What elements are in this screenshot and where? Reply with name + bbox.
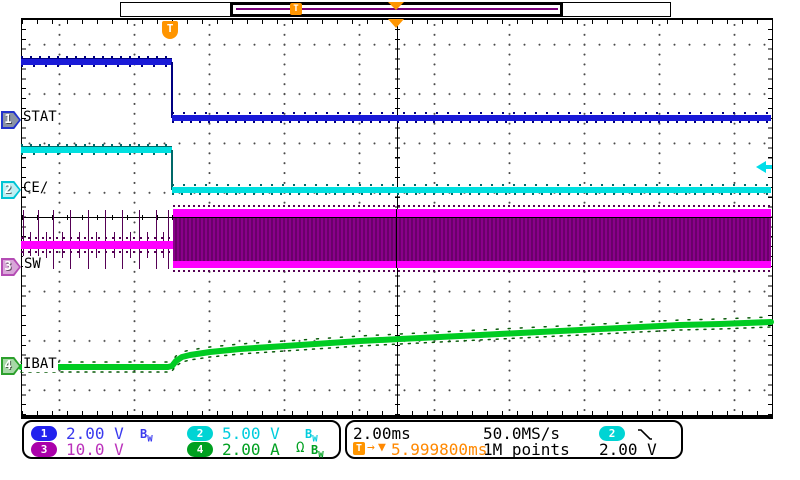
channel-4-label: IBAT bbox=[22, 356, 58, 372]
channel-3-badge[interactable]: 3 bbox=[1, 258, 21, 276]
trigger-position-t-badge[interactable]: T bbox=[162, 21, 178, 39]
ch3-readout-badge[interactable]: 3 bbox=[31, 442, 57, 457]
channel-2-badge[interactable]: 2 bbox=[1, 181, 21, 199]
record-length-readout: 1M points bbox=[483, 440, 570, 459]
trigger-t-chip-icon: T bbox=[353, 442, 365, 455]
timebase-trigger-readout-box: 2.00ms 50.0MS/s 2 T → ▼ 5.999800ms 1M po… bbox=[345, 420, 683, 459]
ch1-readout-badge[interactable]: 1 bbox=[31, 426, 57, 441]
trigger-source-badge[interactable]: 2 bbox=[599, 426, 625, 441]
center-v-line bbox=[397, 20, 398, 415]
channel-readout-box: 1 2.00 V BW 2 5.00 V BW 3 10.0 V 4 2.00 … bbox=[22, 420, 341, 459]
channel-2-label: CE/ bbox=[23, 180, 48, 196]
trigger-arrow-icon: → bbox=[367, 440, 375, 455]
trigger-level-readout: 2.00 V bbox=[599, 440, 657, 459]
graticule bbox=[21, 18, 773, 419]
trigger-slope-falling-icon bbox=[637, 427, 653, 441]
ch2-bandwidth-icon: BW bbox=[305, 427, 318, 444]
trigger-delay-readout: 5.999800ms bbox=[391, 440, 487, 459]
ch4-bandwidth-icon: BW bbox=[311, 443, 324, 460]
channel-3-label: SW bbox=[23, 256, 42, 272]
ch2-readout-badge[interactable]: 2 bbox=[187, 426, 213, 441]
ch1-bandwidth-icon: BW bbox=[140, 427, 153, 444]
ch4-ohm-icon: Ω bbox=[296, 440, 304, 456]
ch3-scale-readout: 10.0 V bbox=[66, 440, 124, 459]
trigger-marker-icon: ▼ bbox=[378, 440, 386, 455]
expansion-point-icon bbox=[388, 19, 404, 28]
ch4-readout-badge[interactable]: 4 bbox=[187, 442, 213, 457]
channel-4-badge[interactable]: 4 bbox=[1, 357, 21, 375]
channel-1-label: STAT bbox=[23, 109, 57, 125]
channel-1-badge[interactable]: 1 bbox=[1, 111, 21, 129]
ch4-scale-readout: 2.00 A bbox=[222, 440, 280, 459]
oscilloscope-screen: T T 1 2 3 4 STAT CE/ SW IBAT 1 2.00 V BW… bbox=[0, 0, 800, 480]
record-trigger-t-icon[interactable]: T bbox=[290, 3, 302, 15]
record-expansion-point-icon[interactable] bbox=[388, 2, 404, 10]
